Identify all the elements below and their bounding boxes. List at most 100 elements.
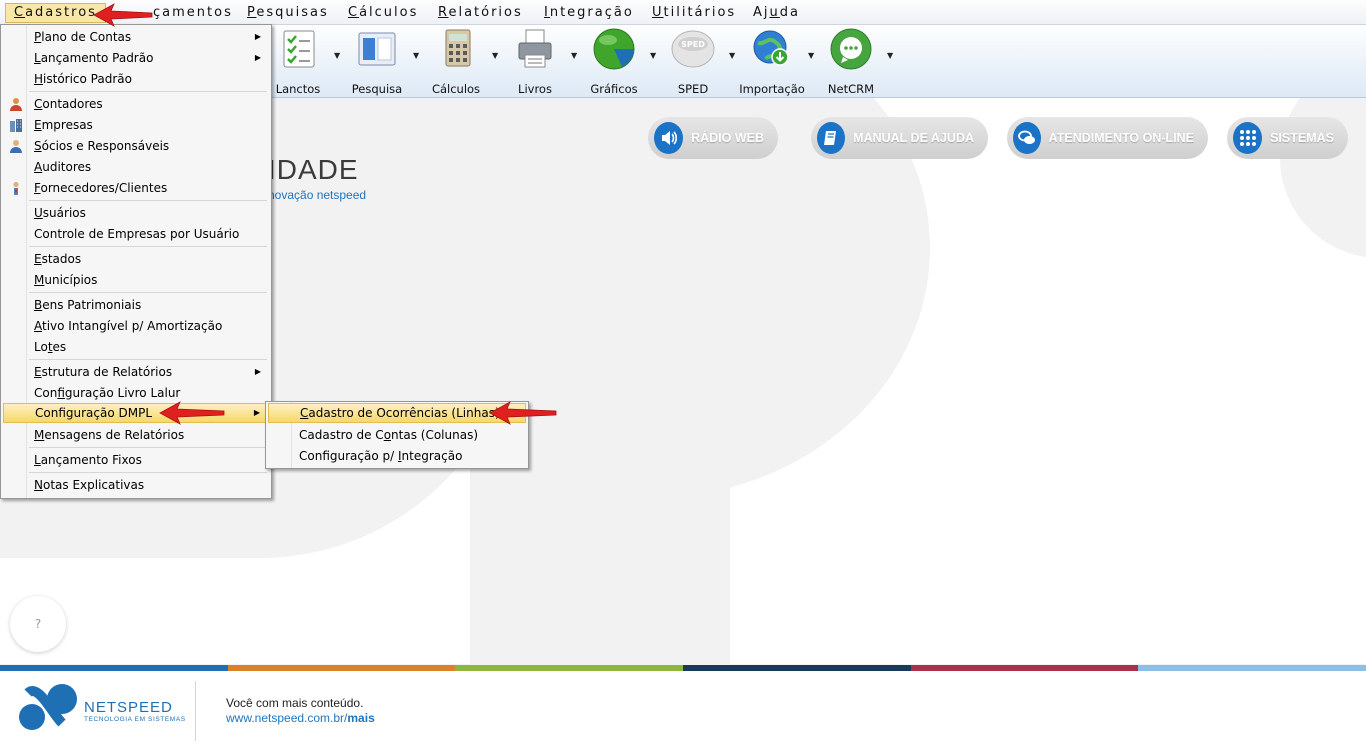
sped-button[interactable]: SPED SPED bbox=[658, 27, 728, 96]
sistemas-label: SISTEMAS bbox=[1270, 131, 1334, 145]
annotation-arrow-icon bbox=[489, 401, 557, 425]
netcrm-dropdown-icon[interactable]: ▼ bbox=[887, 51, 893, 60]
menu-item-auditores[interactable]: Auditores bbox=[3, 157, 268, 177]
window-search-icon bbox=[358, 32, 396, 66]
radio-web-button[interactable]: RÁDIO WEB bbox=[648, 117, 778, 159]
menu-item-municipios[interactable]: Municípios bbox=[3, 270, 268, 290]
livros-label: Livros bbox=[518, 82, 552, 96]
sped-dropdown-icon[interactable]: ▼ bbox=[729, 51, 735, 60]
footer: NETSPEED TECNOLOGIA EM SISTEMAS Você com… bbox=[0, 671, 1366, 747]
menu-separator bbox=[29, 200, 267, 201]
menu-item-usuarios[interactable]: Usuários bbox=[3, 203, 268, 223]
menu-item-mensagens-relatorios[interactable]: Mensagens de Relatórios bbox=[3, 425, 268, 445]
menu-item-controle-empresas-usuario[interactable]: Controle de Empresas por Usuário bbox=[3, 224, 268, 244]
sped-icon: SPED bbox=[671, 30, 715, 68]
atendimento-online-button[interactable]: ATENDIMENTO ON-LINE bbox=[1007, 117, 1208, 159]
calculos-dropdown-icon[interactable]: ▼ bbox=[492, 51, 498, 60]
person-tie-icon bbox=[13, 181, 19, 195]
menu-utilitarios[interactable]: Utilitários bbox=[652, 4, 736, 22]
menu-item-contadores[interactable]: Contadores bbox=[3, 94, 268, 114]
help-button[interactable]: ? bbox=[10, 596, 66, 652]
manual-ajuda-label: MANUAL DE AJUDA bbox=[853, 131, 974, 145]
calculator-icon bbox=[445, 29, 471, 67]
checklist-icon bbox=[283, 30, 315, 68]
menu-integracao[interactable]: Integração bbox=[544, 4, 634, 22]
menu-separator bbox=[29, 91, 267, 92]
submenu-arrow-icon: ▶ bbox=[253, 408, 260, 417]
radio-web-label: RÁDIO WEB bbox=[691, 131, 764, 145]
menu-bar: Cadastros çamentos Pesquisas Cálculos Re… bbox=[0, 0, 1366, 25]
person-icon bbox=[10, 98, 22, 111]
logo-subtitle: novação netspeed bbox=[268, 188, 367, 202]
menu-lancamentos[interactable]: çamentos bbox=[153, 4, 233, 22]
submenu-arrow-icon: ▶ bbox=[254, 53, 261, 62]
menu-item-estados[interactable]: Estados bbox=[3, 249, 268, 269]
pesquisa-label: Pesquisa bbox=[351, 82, 403, 96]
graficos-dropdown-icon[interactable]: ▼ bbox=[650, 51, 656, 60]
annotation-arrow-icon bbox=[93, 3, 153, 27]
background-shape bbox=[470, 338, 730, 664]
grid-dots-icon bbox=[1233, 122, 1263, 154]
manual-ajuda-button[interactable]: MANUAL DE AJUDA bbox=[811, 117, 988, 159]
calculos-label: Cálculos bbox=[431, 82, 481, 96]
importacao-button[interactable]: Importação bbox=[737, 27, 807, 96]
pesquisa-dropdown-icon[interactable]: ▼ bbox=[413, 51, 419, 60]
menu-separator bbox=[29, 447, 267, 448]
menu-item-ativo-intangivel[interactable]: Ativo Intangível p/ Amortização bbox=[3, 316, 268, 336]
footer-slogan: Você com mais conteúdo. bbox=[226, 696, 364, 710]
person-blue-icon bbox=[10, 140, 22, 153]
buildings-icon bbox=[10, 119, 22, 132]
menu-separator bbox=[29, 359, 267, 360]
footer-tagline: TECNOLOGIA EM SISTEMAS bbox=[84, 716, 186, 723]
menu-cadastros[interactable]: Cadastros bbox=[5, 3, 106, 23]
submenu-arrow-icon: ▶ bbox=[254, 367, 261, 376]
logo-text: IDADE bbox=[268, 154, 359, 185]
atendimento-online-label: ATENDIMENTO ON-LINE bbox=[1048, 131, 1194, 145]
menu-relatorios[interactable]: Relatórios bbox=[438, 4, 523, 22]
pesquisa-button[interactable]: Pesquisa bbox=[342, 27, 412, 96]
netcrm-button[interactable]: NetCRM bbox=[816, 27, 886, 96]
menu-item-config-dmpl[interactable]: Configuração DMPL ▶ bbox=[3, 403, 268, 423]
menu-item-fornecedores-clientes[interactable]: Fornecedores/Clientes bbox=[3, 178, 268, 198]
menu-item-empresas[interactable]: Empresas bbox=[3, 115, 268, 135]
footer-link[interactable]: www.netspeed.com.br/mais bbox=[226, 711, 375, 725]
menu-item-socios-responsaveis[interactable]: Sócios e Responsáveis bbox=[3, 136, 268, 156]
importacao-dropdown-icon[interactable]: ▼ bbox=[808, 51, 814, 60]
printer-icon bbox=[518, 29, 552, 68]
lanctos-label: Lanctos bbox=[275, 82, 321, 96]
menu-item-bens-patrimoniais[interactable]: Bens Patrimoniais bbox=[3, 295, 268, 315]
footer-brand: NETSPEED bbox=[84, 699, 173, 716]
submenu-arrow-icon: ▶ bbox=[254, 32, 261, 41]
sped-label: SPED bbox=[677, 82, 709, 96]
annotation-arrow-icon bbox=[159, 401, 225, 425]
menu-item-estrutura-relatorios[interactable]: Estrutura de Relatórios ▶ bbox=[3, 362, 268, 382]
menu-calculos[interactable]: Cálculos bbox=[348, 4, 418, 22]
calculos-button[interactable]: Cálculos bbox=[421, 27, 491, 96]
livros-dropdown-icon[interactable]: ▼ bbox=[571, 51, 577, 60]
lanctos-button[interactable]: Lanctos bbox=[263, 27, 333, 96]
menu-item-lotes[interactable]: Lotes bbox=[3, 337, 268, 357]
menu-item-config-integracao[interactable]: Configuração p/ Integração bbox=[268, 446, 526, 466]
menu-item-cadastro-contas[interactable]: Cadastro de Contas (Colunas) bbox=[268, 425, 526, 445]
menu-separator bbox=[29, 292, 267, 293]
lanctos-dropdown-icon[interactable]: ▼ bbox=[334, 51, 340, 60]
menu-pesquisas[interactable]: Pesquisas bbox=[247, 4, 329, 22]
livros-button[interactable]: Livros bbox=[500, 27, 570, 96]
graficos-button[interactable]: Gráficos bbox=[579, 27, 649, 96]
chat-icon bbox=[1013, 122, 1041, 154]
menu-item-lancamento-fixos[interactable]: Lançamento Fixos bbox=[3, 450, 268, 470]
menu-separator bbox=[29, 472, 267, 473]
menu-item-config-livro-lalur[interactable]: Configuração Livro Lalur bbox=[3, 383, 268, 403]
chat-bubble-icon bbox=[830, 28, 872, 70]
sped-icon-text: SPED bbox=[681, 40, 705, 49]
menu-item-plano-de-contas[interactable]: Plano de Contas ▶ bbox=[3, 27, 268, 47]
footer-divider bbox=[195, 681, 196, 741]
menu-item-notas-explicativas[interactable]: Notas Explicativas bbox=[3, 475, 268, 495]
menu-item-historico-padrao[interactable]: Histórico Padrão bbox=[3, 69, 268, 89]
sistemas-button[interactable]: SISTEMAS bbox=[1227, 117, 1348, 159]
menu-ajuda[interactable]: Ajuda bbox=[753, 4, 800, 22]
netspeed-logo-icon bbox=[19, 684, 77, 730]
menu-separator bbox=[29, 246, 267, 247]
globe-download-icon bbox=[753, 30, 789, 66]
menu-item-lancamento-padrao[interactable]: Lançamento Padrão ▶ bbox=[3, 48, 268, 68]
